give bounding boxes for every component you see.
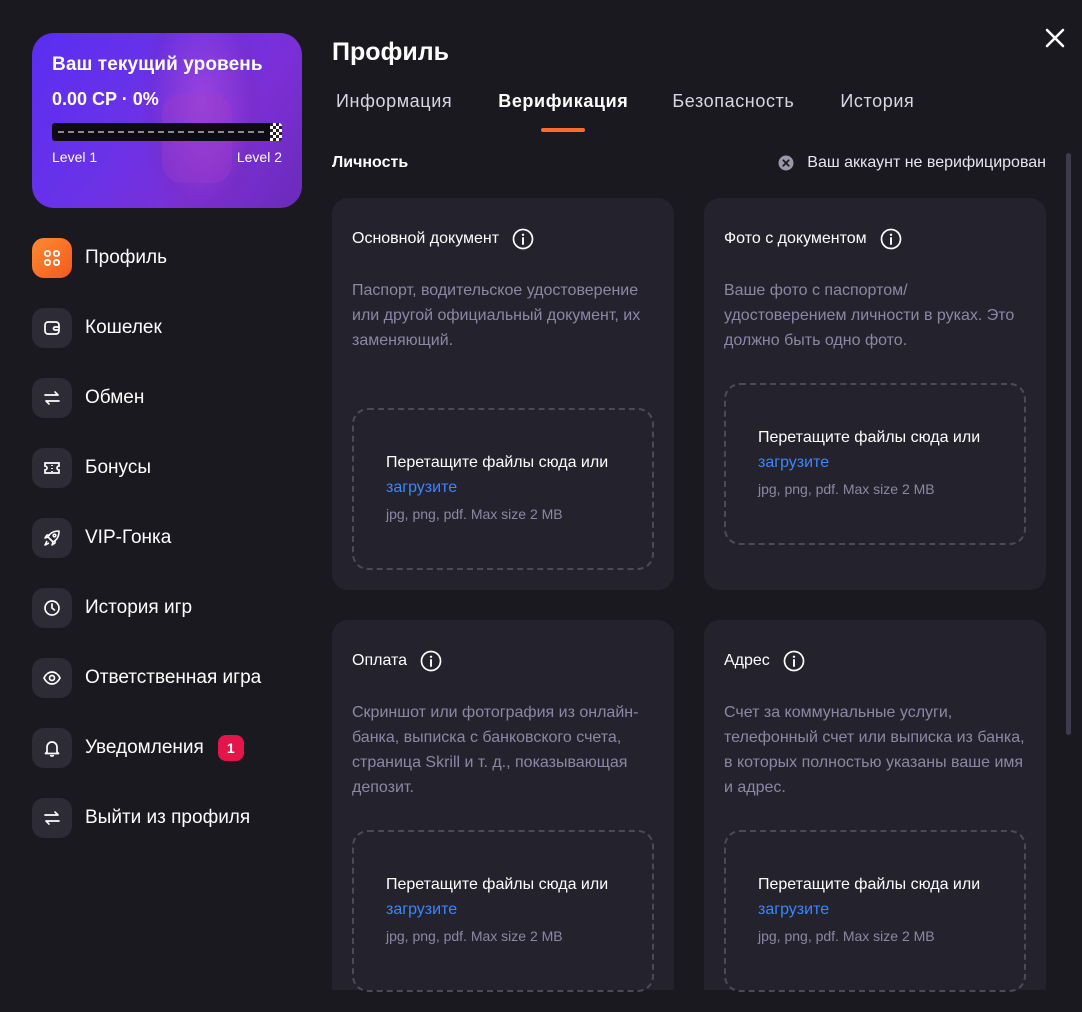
sidebar-item-label: Ответственная игра	[85, 667, 262, 688]
sidebar-item-vip-race[interactable]: VIP-Гонка	[32, 517, 302, 559]
tab-information[interactable]: Информация	[336, 91, 452, 112]
bell-icon	[32, 728, 72, 768]
document-card-address: Адрес Счет за коммунальные услуги, телеф…	[704, 620, 1046, 992]
finish-flag-icon	[270, 123, 282, 141]
level-title: Ваш текущий уровень	[52, 54, 263, 75]
sidebar-item-label: История игр	[85, 597, 193, 618]
dropzone-hint: jpg, png, pdf. Max size 2 MB	[758, 928, 935, 944]
level-from-label: Level 1	[52, 149, 98, 165]
level-card: Ваш текущий уровень 0.00 CP · 0% Level 1…	[32, 33, 302, 208]
sidebar-item-label: Выйти из профиля	[85, 807, 251, 828]
grid-icon	[32, 238, 72, 278]
profile-tabs: Информация Верификация Безопасность Исто…	[336, 91, 914, 132]
level-progress-track	[58, 131, 264, 133]
dropzone-instruction: Перетащите файлы сюда или	[758, 429, 981, 446]
file-dropzone[interactable]: Перетащите файлы сюда или загрузите jpg,…	[724, 830, 1026, 992]
document-card-selfie: Фото с документом Ваше фото с паспортом/…	[704, 198, 1046, 590]
dropzone-text: Перетащите файлы сюда или загрузите	[386, 450, 636, 500]
card-description: Паспорт, водительское удостоверение или …	[352, 282, 641, 349]
upload-link[interactable]: загрузите	[386, 479, 457, 496]
info-icon[interactable]	[420, 650, 442, 672]
level-progress-bar	[52, 123, 282, 141]
card-description: Скриншот или фотография из онлайн-банка,…	[352, 704, 639, 796]
upload-link[interactable]: загрузите	[758, 901, 829, 918]
file-dropzone[interactable]: Перетащите файлы сюда или загрузите jpg,…	[724, 383, 1026, 545]
info-icon[interactable]	[512, 228, 534, 250]
sidebar-item-label: Бонусы	[85, 457, 151, 478]
dropzone-hint: jpg, png, pdf. Max size 2 MB	[386, 506, 563, 522]
dropzone-hint: jpg, png, pdf. Max size 2 MB	[758, 481, 935, 497]
card-title-text: Оплата	[352, 652, 408, 669]
dropzone-text: Перетащите файлы сюда или загрузите	[758, 425, 1008, 475]
card-title: Адрес	[724, 650, 805, 672]
dropzone-instruction: Перетащите файлы сюда или	[386, 876, 609, 893]
active-tab-indicator	[541, 128, 586, 132]
info-icon[interactable]	[880, 228, 902, 250]
notification-count-badge: 1	[217, 735, 244, 761]
verification-status: Ваш аккаунт не верифицирован	[778, 154, 1046, 172]
close-icon	[1045, 28, 1065, 48]
dropzone-text: Перетащите файлы сюда или загрузите	[386, 872, 636, 922]
file-dropzone[interactable]: Перетащите файлы сюда или загрузите jpg,…	[352, 830, 654, 992]
card-title: Фото с документом	[724, 228, 902, 250]
sidebar-item-label: Профиль	[85, 247, 168, 268]
page-title: Профиль	[332, 38, 450, 66]
sidebar-item-label: VIP-Гонка	[85, 527, 172, 548]
sidebar-item-wallet[interactable]: Кошелек	[32, 307, 302, 349]
card-title-text: Адрес	[724, 652, 770, 669]
sidebar-nav: Профиль Кошелек Обмен Бонусы VIP-Гонка И…	[32, 237, 302, 867]
section-title: Личность	[332, 154, 409, 171]
x-circle-icon	[778, 155, 794, 171]
card-title-text: Фото с документом	[724, 230, 867, 247]
close-button[interactable]	[1042, 25, 1068, 51]
tab-history[interactable]: История	[840, 91, 914, 112]
rocket-icon	[32, 518, 72, 558]
eye-icon	[32, 658, 72, 698]
card-description: Счет за коммунальные услуги, телефонный …	[724, 704, 1025, 796]
file-dropzone[interactable]: Перетащите файлы сюда или загрузите jpg,…	[352, 408, 654, 570]
level-to-label: Level 2	[236, 149, 282, 165]
tab-security[interactable]: Безопасность	[672, 91, 794, 112]
dropzone-hint: jpg, png, pdf. Max size 2 MB	[386, 928, 563, 944]
sidebar-item-label: Кошелек	[85, 317, 162, 338]
logout-icon	[32, 798, 72, 838]
document-card-payment: Оплата Скриншот или фотография из онлайн…	[332, 620, 674, 992]
sidebar-item-profile[interactable]: Профиль	[32, 237, 302, 279]
sidebar-item-exchange[interactable]: Обмен	[32, 377, 302, 419]
sidebar-item-logout[interactable]: Выйти из профиля	[32, 797, 302, 839]
scrollbar[interactable]	[1066, 153, 1071, 735]
verification-status-text: Ваш аккаунт не верифицирован	[807, 154, 1046, 171]
upload-link[interactable]: загрузите	[386, 901, 457, 918]
card-description: Ваше фото с паспортом/ удостоверением ли…	[724, 282, 1015, 349]
wallet-icon	[32, 308, 72, 348]
dropzone-instruction: Перетащите файлы сюда или	[386, 454, 609, 471]
sidebar-item-bonuses[interactable]: Бонусы	[32, 447, 302, 489]
clock-icon	[32, 588, 72, 628]
sidebar-item-game-history[interactable]: История игр	[32, 587, 302, 629]
sidebar-item-notifications[interactable]: Уведомления 1	[32, 727, 302, 769]
exchange-icon	[32, 378, 72, 418]
sidebar-item-responsible-gaming[interactable]: Ответственная игра	[32, 657, 302, 699]
sidebar-item-label: Обмен	[85, 387, 145, 408]
card-title: Основной документ	[352, 228, 534, 250]
card-title-text: Основной документ	[352, 230, 500, 247]
card-title: Оплата	[352, 650, 442, 672]
ticket-icon	[32, 448, 72, 488]
document-card-main: Основной документ Паспорт, водительское …	[332, 198, 674, 590]
tab-verification[interactable]: Верификация	[498, 91, 629, 132]
level-cp: 0.00 CP · 0%	[52, 89, 159, 109]
upload-link[interactable]: загрузите	[758, 454, 829, 471]
info-icon[interactable]	[783, 650, 805, 672]
sidebar-item-label: Уведомления	[85, 737, 204, 758]
dropzone-instruction: Перетащите файлы сюда или	[758, 876, 981, 893]
dropzone-text: Перетащите файлы сюда или загрузите	[758, 872, 1008, 922]
tab-verification-label: Верификация	[498, 91, 629, 111]
